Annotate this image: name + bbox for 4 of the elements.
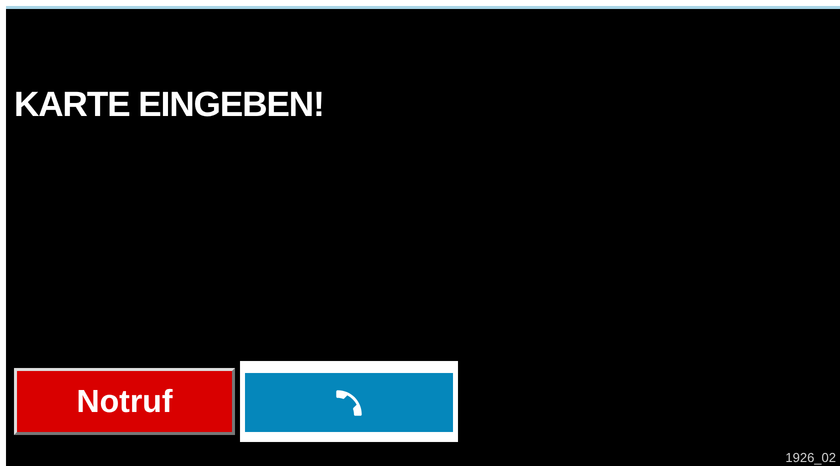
message-text: KARTE EINGEBEN! [14,86,325,124]
screen-code: 1926_02 [785,450,836,465]
emergency-button[interactable]: Notruf [14,368,235,435]
call-button[interactable] [245,373,453,432]
